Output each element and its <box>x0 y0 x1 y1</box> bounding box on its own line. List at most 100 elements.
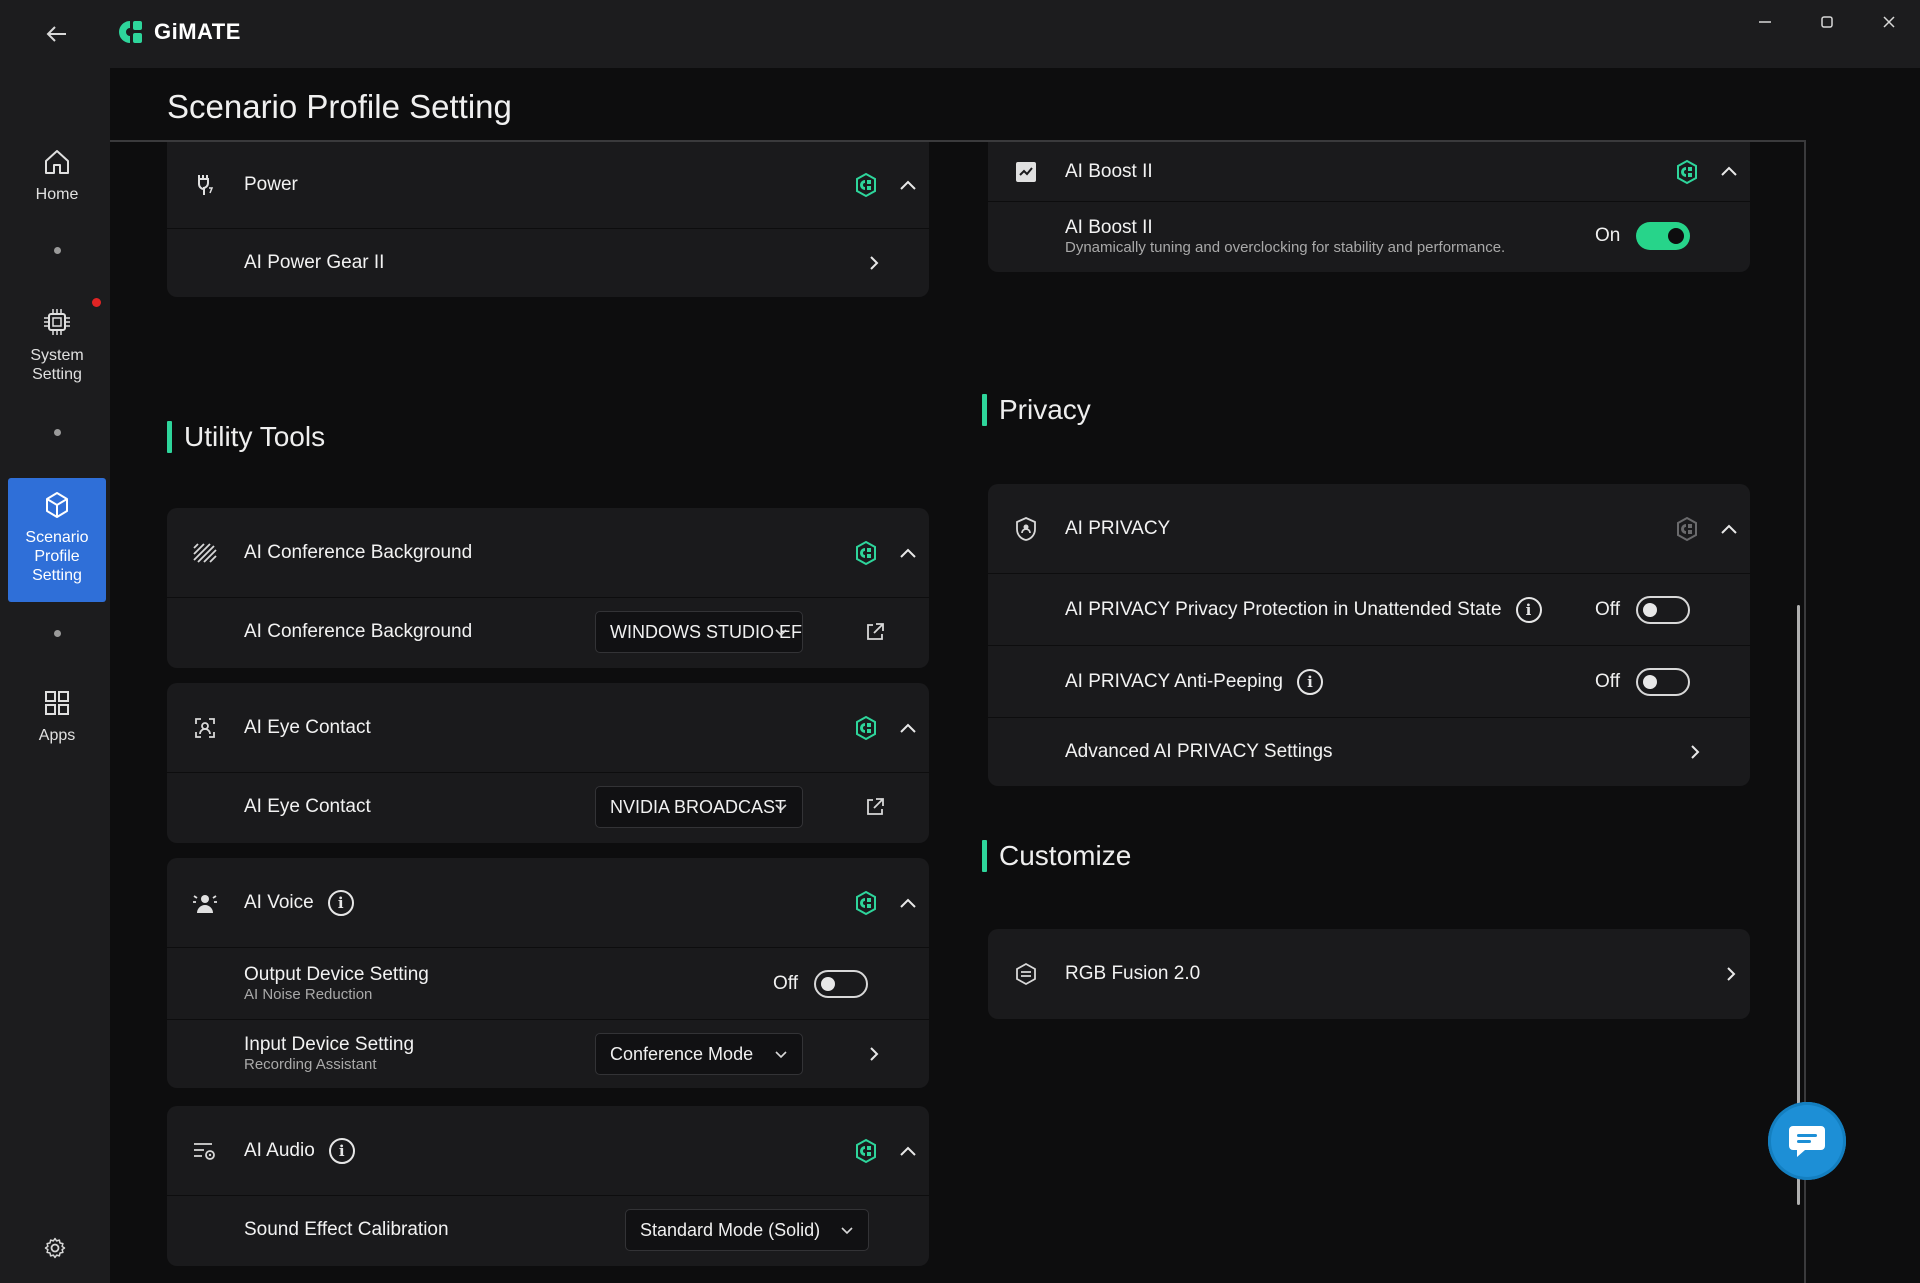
ai-conference-header[interactable]: AI Conference Background <box>167 508 929 598</box>
external-link-icon[interactable] <box>864 621 886 643</box>
home-icon <box>45 150 69 174</box>
rgb-fusion-title: RGB Fusion 2.0 <box>1065 963 1201 984</box>
output-device-text: Output Device Setting AI Noise Reduction <box>244 964 429 1004</box>
ai-privacy-title: AI PRIVACY <box>1065 517 1171 539</box>
info-icon[interactable]: i <box>1296 668 1323 695</box>
chevron-up-icon[interactable] <box>897 718 919 740</box>
chevron-down-icon <box>775 629 787 637</box>
ai-eye-contact-header[interactable]: AI Eye Contact <box>167 683 929 773</box>
nav-separator-dot <box>54 630 61 637</box>
advanced-privacy-row[interactable]: Advanced AI PRIVACY Settings <box>988 718 1750 786</box>
ai-power-gear-label: AI Power Gear II <box>244 252 385 273</box>
eye-contact-select[interactable]: NVIDIA BROADCAST <box>595 786 803 828</box>
toggle-state-label: Off <box>773 973 798 994</box>
section-title-text: Customize <box>999 840 1132 871</box>
chevron-up-icon[interactable] <box>897 1141 919 1163</box>
ai-voice-header[interactable]: AI Voice i <box>167 858 929 948</box>
power-card: Power AI Power Gear II <box>167 142 929 297</box>
ai-privacy-header[interactable]: AI PRIVACY <box>988 484 1750 574</box>
settings-button[interactable] <box>43 1236 67 1265</box>
ai-eye-contact-card: AI Eye Contact AI Eye Contact NVIDIA BRO… <box>167 683 929 843</box>
main-content: Scenario Profile Setting Power AI Power … <box>110 68 1806 1283</box>
toggle-knob <box>1643 603 1657 617</box>
chat-support-button[interactable] <box>1768 1102 1846 1180</box>
sidebar-item-home[interactable]: Home <box>8 143 106 233</box>
toggle-knob <box>1668 228 1685 244</box>
ai-voice-card: AI Voice i Output Device Setting AI Nois… <box>167 858 929 1088</box>
ai-boost-toggle-wrap: On <box>1595 222 1691 250</box>
ai-audio-header[interactable]: AI Audio i <box>167 1106 929 1196</box>
page-title: Scenario Profile Setting <box>167 88 512 125</box>
chevron-up-icon[interactable] <box>897 175 919 197</box>
sidebar-item-label: System Setting <box>30 347 84 383</box>
ai-voice-title: AI Voice <box>244 891 314 913</box>
ai-eye-contact-label: AI Eye Contact <box>244 796 371 817</box>
gimate-ai-badge-icon <box>856 715 876 741</box>
chevron-down-icon <box>775 1051 787 1059</box>
ai-audio-title: AI Audio <box>244 1139 315 1161</box>
power-title: Power <box>244 174 298 195</box>
minimize-icon <box>1759 21 1771 23</box>
sound-calibration-select[interactable]: Standard Mode (Solid) <box>625 1209 869 1251</box>
sidebar-item-system-setting[interactable]: System Setting <box>8 306 106 406</box>
input-device-title: Input Device Setting <box>244 1034 415 1055</box>
chevron-right-icon[interactable] <box>864 1044 884 1064</box>
ai-conference-label: AI Conference Background <box>244 621 473 642</box>
output-device-toggle[interactable] <box>814 970 868 998</box>
voice-people-icon <box>191 889 219 917</box>
rgb-fusion-card: RGB Fusion 2.0 <box>988 929 1750 1019</box>
rgb-hexagon-icon <box>1012 960 1040 988</box>
ai-power-gear-row[interactable]: AI Power Gear II <box>167 229 929 297</box>
toggle-knob <box>1643 675 1657 689</box>
ai-boost-toggle[interactable] <box>1636 222 1691 250</box>
chevron-up-icon[interactable] <box>897 543 919 565</box>
privacy-anti-peeping-row: AI PRIVACY Anti-Peeping i Off <box>988 646 1750 718</box>
close-button[interactable] <box>1858 0 1920 44</box>
ai-boost-header[interactable]: AI Boost II <box>988 142 1750 202</box>
chevron-up-icon[interactable] <box>897 893 919 915</box>
privacy-heading: Privacy <box>982 394 1091 426</box>
customize-heading: Customize <box>982 840 1131 872</box>
toggle-state-label: On <box>1595 225 1621 246</box>
conference-background-select[interactable]: WINDOWS STUDIO EF <box>595 611 803 653</box>
privacy-anti-peeping-toggle[interactable] <box>1636 668 1690 696</box>
privacy-unattended-toggle[interactable] <box>1636 596 1690 624</box>
info-icon[interactable]: i <box>1515 596 1542 623</box>
ai-audio-title-wrap: AI Audio i <box>244 1137 355 1164</box>
app-title: GiMATE <box>154 19 241 44</box>
external-link-icon[interactable] <box>864 796 886 818</box>
ai-conference-card: AI Conference Background AI Conference B… <box>167 508 929 668</box>
select-value: NVIDIA BROADCAST <box>610 796 787 817</box>
app-brand: GiMATE <box>118 19 241 45</box>
input-device-row: Input Device Setting Recording Assistant… <box>167 1020 929 1088</box>
ai-conference-title: AI Conference Background <box>244 541 473 563</box>
info-icon[interactable]: i <box>328 1137 355 1164</box>
section-accent-bar <box>167 421 172 453</box>
privacy-anti-peeping-label: AI PRIVACY Anti-Peeping <box>1065 670 1283 692</box>
back-button[interactable] <box>40 18 72 50</box>
chevron-up-icon[interactable] <box>1718 161 1740 183</box>
chevron-right-icon <box>870 256 879 270</box>
info-icon[interactable]: i <box>327 889 354 916</box>
chip-icon <box>44 309 70 335</box>
ai-eye-contact-title: AI Eye Contact <box>244 716 371 738</box>
notification-dot <box>92 298 101 307</box>
input-device-select[interactable]: Conference Mode <box>595 1033 803 1075</box>
shield-icon <box>1012 515 1040 543</box>
section-accent-bar <box>982 840 987 872</box>
sidebar-item-scenario-profile-setting[interactable]: Scenario Profile Setting <box>8 478 106 602</box>
title-bar: GiMATE <box>0 0 1920 68</box>
chat-bubble-icon <box>1789 1126 1825 1157</box>
sidebar-item-apps[interactable]: Apps <box>8 688 106 778</box>
minimize-button[interactable] <box>1734 0 1796 44</box>
maximize-icon <box>1821 16 1833 28</box>
ai-eye-contact-row: AI Eye Contact NVIDIA BROADCAST <box>167 773 929 841</box>
window-controls <box>1734 0 1920 44</box>
ai-audio-card: AI Audio i Sound Effect Calibration Stan… <box>167 1106 929 1266</box>
chevron-up-icon[interactable] <box>1718 519 1740 541</box>
ai-boost-card: AI Boost II AI Boost II Dynamically tuni… <box>988 142 1750 272</box>
rgb-fusion-row[interactable]: RGB Fusion 2.0 <box>988 929 1750 1019</box>
maximize-button[interactable] <box>1796 0 1858 44</box>
chevron-down-icon <box>841 1227 853 1235</box>
power-card-header[interactable]: Power <box>167 142 929 229</box>
